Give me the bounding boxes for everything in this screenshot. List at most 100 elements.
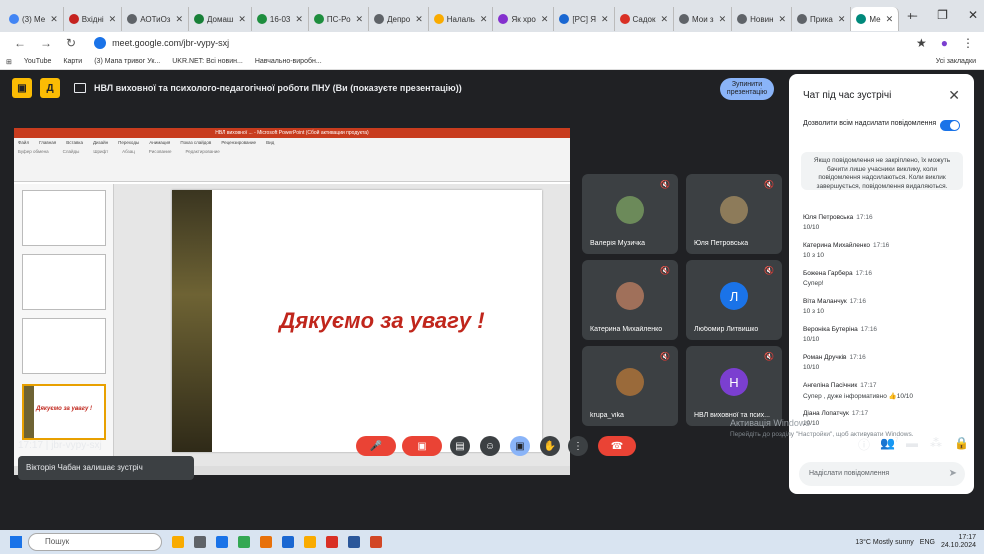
participant-tile[interactable]: 🔇 Л Любомир Литвишко bbox=[686, 260, 782, 340]
chat-time: 17:16 bbox=[849, 354, 866, 361]
bookmark-edu[interactable]: Навчально-виробн... bbox=[255, 58, 322, 65]
info-icon[interactable]: ⓘ bbox=[858, 436, 870, 453]
app-icon[interactable] bbox=[260, 536, 272, 548]
chrome-icon[interactable] bbox=[238, 536, 250, 548]
chat-time: 17:16 bbox=[860, 326, 878, 333]
powerpoint-icon[interactable] bbox=[370, 536, 382, 548]
browser-tab[interactable]: Налаль ✕ bbox=[429, 7, 494, 31]
tab-close-icon[interactable]: ✕ bbox=[295, 14, 303, 25]
participant-tile[interactable]: 🔇 Катерина Михайленко bbox=[582, 260, 678, 340]
participant-tile[interactable]: 🔇 krupa_vika bbox=[582, 346, 678, 426]
close-icon[interactable]: ✕ bbox=[948, 87, 960, 104]
participant-avatar bbox=[720, 196, 748, 224]
browser-tab[interactable]: Вхідні ✕ bbox=[64, 7, 123, 31]
chat-input[interactable]: Надіслати повідомлення ➤ bbox=[799, 462, 965, 486]
browser-tab[interactable]: Як хро ✕ bbox=[493, 7, 555, 31]
browser-tab[interactable]: Новин ✕ bbox=[732, 7, 793, 31]
participant-tile[interactable]: 🔇 Валерія Музичка bbox=[582, 174, 678, 254]
edge-icon[interactable] bbox=[216, 536, 228, 548]
tab-close-icon[interactable]: ✕ bbox=[175, 14, 183, 25]
browser-tab[interactable]: Ме ✕ bbox=[851, 7, 900, 31]
tab-close-icon[interactable]: ✕ bbox=[660, 14, 668, 25]
chat-author: Діана Лопатчук bbox=[803, 410, 849, 417]
bookmark-alerts[interactable]: (3) Мапа тривог Ук... bbox=[94, 58, 160, 65]
chat-icon[interactable]: ▬ bbox=[906, 436, 918, 450]
star-icon[interactable]: ★ bbox=[916, 36, 927, 50]
browser-tab[interactable]: Прика ✕ bbox=[792, 7, 852, 31]
browser-tab[interactable]: (3) Ме ✕ bbox=[4, 7, 64, 31]
bookmark-maps[interactable]: Карти bbox=[63, 58, 82, 65]
host-controls-icon[interactable]: 🔒 bbox=[954, 436, 969, 450]
site-info-icon[interactable] bbox=[94, 37, 107, 49]
app-icon[interactable] bbox=[282, 536, 294, 548]
camera-toggle-button[interactable]: ▣ bbox=[402, 436, 442, 456]
tab-close-icon[interactable]: ✕ bbox=[719, 14, 727, 25]
present-button[interactable]: ▣ bbox=[510, 436, 530, 456]
restore-icon[interactable]: ❐ bbox=[937, 8, 948, 22]
browser-tab[interactable]: Депро ✕ bbox=[369, 7, 429, 31]
all-bookmarks[interactable]: Усі закладки bbox=[936, 58, 976, 65]
reload-icon[interactable]: ↻ bbox=[66, 36, 76, 50]
tab-close-icon[interactable]: ✕ bbox=[886, 14, 894, 25]
send-icon[interactable]: ➤ bbox=[949, 462, 957, 486]
taskview-icon[interactable] bbox=[194, 536, 206, 548]
menu-icon[interactable]: ⋮ bbox=[962, 36, 974, 50]
widgets-icon[interactable] bbox=[172, 536, 184, 548]
tab-close-icon[interactable]: ✕ bbox=[415, 14, 423, 25]
clock-date[interactable]: 24.10.2024 bbox=[941, 542, 976, 549]
people-icon[interactable]: 👥7 bbox=[880, 436, 898, 450]
mic-toggle-button[interactable]: 🎤 bbox=[356, 436, 396, 456]
participant-tile[interactable]: 🔇 Юля Петровська bbox=[686, 174, 782, 254]
tab-close-icon[interactable]: ✕ bbox=[838, 14, 846, 25]
close-icon[interactable]: ✕ bbox=[968, 8, 978, 22]
forward-icon[interactable]: → bbox=[40, 36, 52, 50]
weather[interactable]: 13°C Mostly sunny bbox=[855, 539, 913, 546]
tab-close-icon[interactable]: ✕ bbox=[50, 14, 58, 25]
pin-presenter-button[interactable]: Д bbox=[40, 78, 60, 98]
tab-close-icon[interactable]: ✕ bbox=[238, 14, 246, 25]
url-field[interactable]: meet.google.com/jbr-vypy-sxj bbox=[112, 38, 229, 48]
slide-thumbnail[interactable] bbox=[22, 318, 106, 374]
bookmark-ukrnet[interactable]: UKR.NET: Всі новин... bbox=[172, 58, 243, 65]
bookmark-youtube[interactable]: YouTube bbox=[24, 58, 52, 65]
tab-close-icon[interactable]: ✕ bbox=[356, 14, 364, 25]
tab-label: Прика bbox=[810, 14, 833, 24]
raise-hand-button[interactable]: ✋ bbox=[540, 436, 560, 456]
word-icon[interactable] bbox=[348, 536, 360, 548]
explorer-icon[interactable] bbox=[304, 536, 316, 548]
tab-favicon-icon bbox=[313, 14, 324, 24]
back-icon[interactable]: ← bbox=[14, 36, 26, 50]
browser-tab[interactable]: АОТиОз ✕ bbox=[122, 7, 190, 31]
browser-tab[interactable]: Мои з ✕ bbox=[674, 7, 733, 31]
tab-close-icon[interactable]: ✕ bbox=[480, 14, 488, 25]
activities-icon[interactable]: ⁂ bbox=[930, 436, 942, 450]
chat-permission-toggle[interactable] bbox=[940, 120, 960, 131]
tab-close-icon[interactable]: ✕ bbox=[779, 14, 787, 25]
browser-tab[interactable]: 16-03 ✕ bbox=[252, 7, 309, 31]
tab-close-icon[interactable]: ✕ bbox=[601, 14, 609, 25]
slide-thumbnail[interactable] bbox=[22, 190, 106, 246]
taskbar-search[interactable]: Пошук bbox=[28, 533, 162, 551]
app-icon[interactable] bbox=[326, 536, 338, 548]
tab-close-icon[interactable]: ✕ bbox=[541, 14, 549, 25]
participant-tile[interactable]: 🔇 Н НВЛ виховної та псих... bbox=[686, 346, 782, 426]
windows-start-icon[interactable] bbox=[10, 536, 22, 548]
stop-presenting-button[interactable]: Зупинити презентацію bbox=[720, 78, 774, 100]
apps-icon[interactable]: ⊞ bbox=[6, 58, 12, 66]
profile-icon[interactable]: ● bbox=[941, 36, 948, 50]
tab-favicon-icon bbox=[619, 14, 630, 24]
browser-tab[interactable]: [PC] Я ✕ bbox=[554, 7, 615, 31]
slide-thumbnail[interactable] bbox=[22, 254, 106, 310]
minimize-icon[interactable]: – bbox=[910, 8, 917, 22]
activation-watermark: Активація Windows bbox=[730, 418, 810, 428]
browser-tab[interactable]: Садок ✕ bbox=[615, 7, 675, 31]
more-options-button[interactable]: ⋮ bbox=[568, 436, 588, 456]
tab-close-icon[interactable]: ✕ bbox=[109, 14, 117, 25]
leave-call-button[interactable]: ☎ bbox=[598, 436, 636, 456]
browser-tab[interactable]: Домаш ✕ bbox=[189, 7, 252, 31]
language-indicator[interactable]: ENG bbox=[920, 539, 935, 546]
clock-time[interactable]: 17:17 bbox=[958, 534, 976, 541]
browser-tab[interactable]: ПС-Ро ✕ bbox=[309, 7, 370, 31]
captions-button[interactable]: ▤ bbox=[450, 436, 470, 456]
reactions-button[interactable]: ☺ bbox=[480, 436, 500, 456]
